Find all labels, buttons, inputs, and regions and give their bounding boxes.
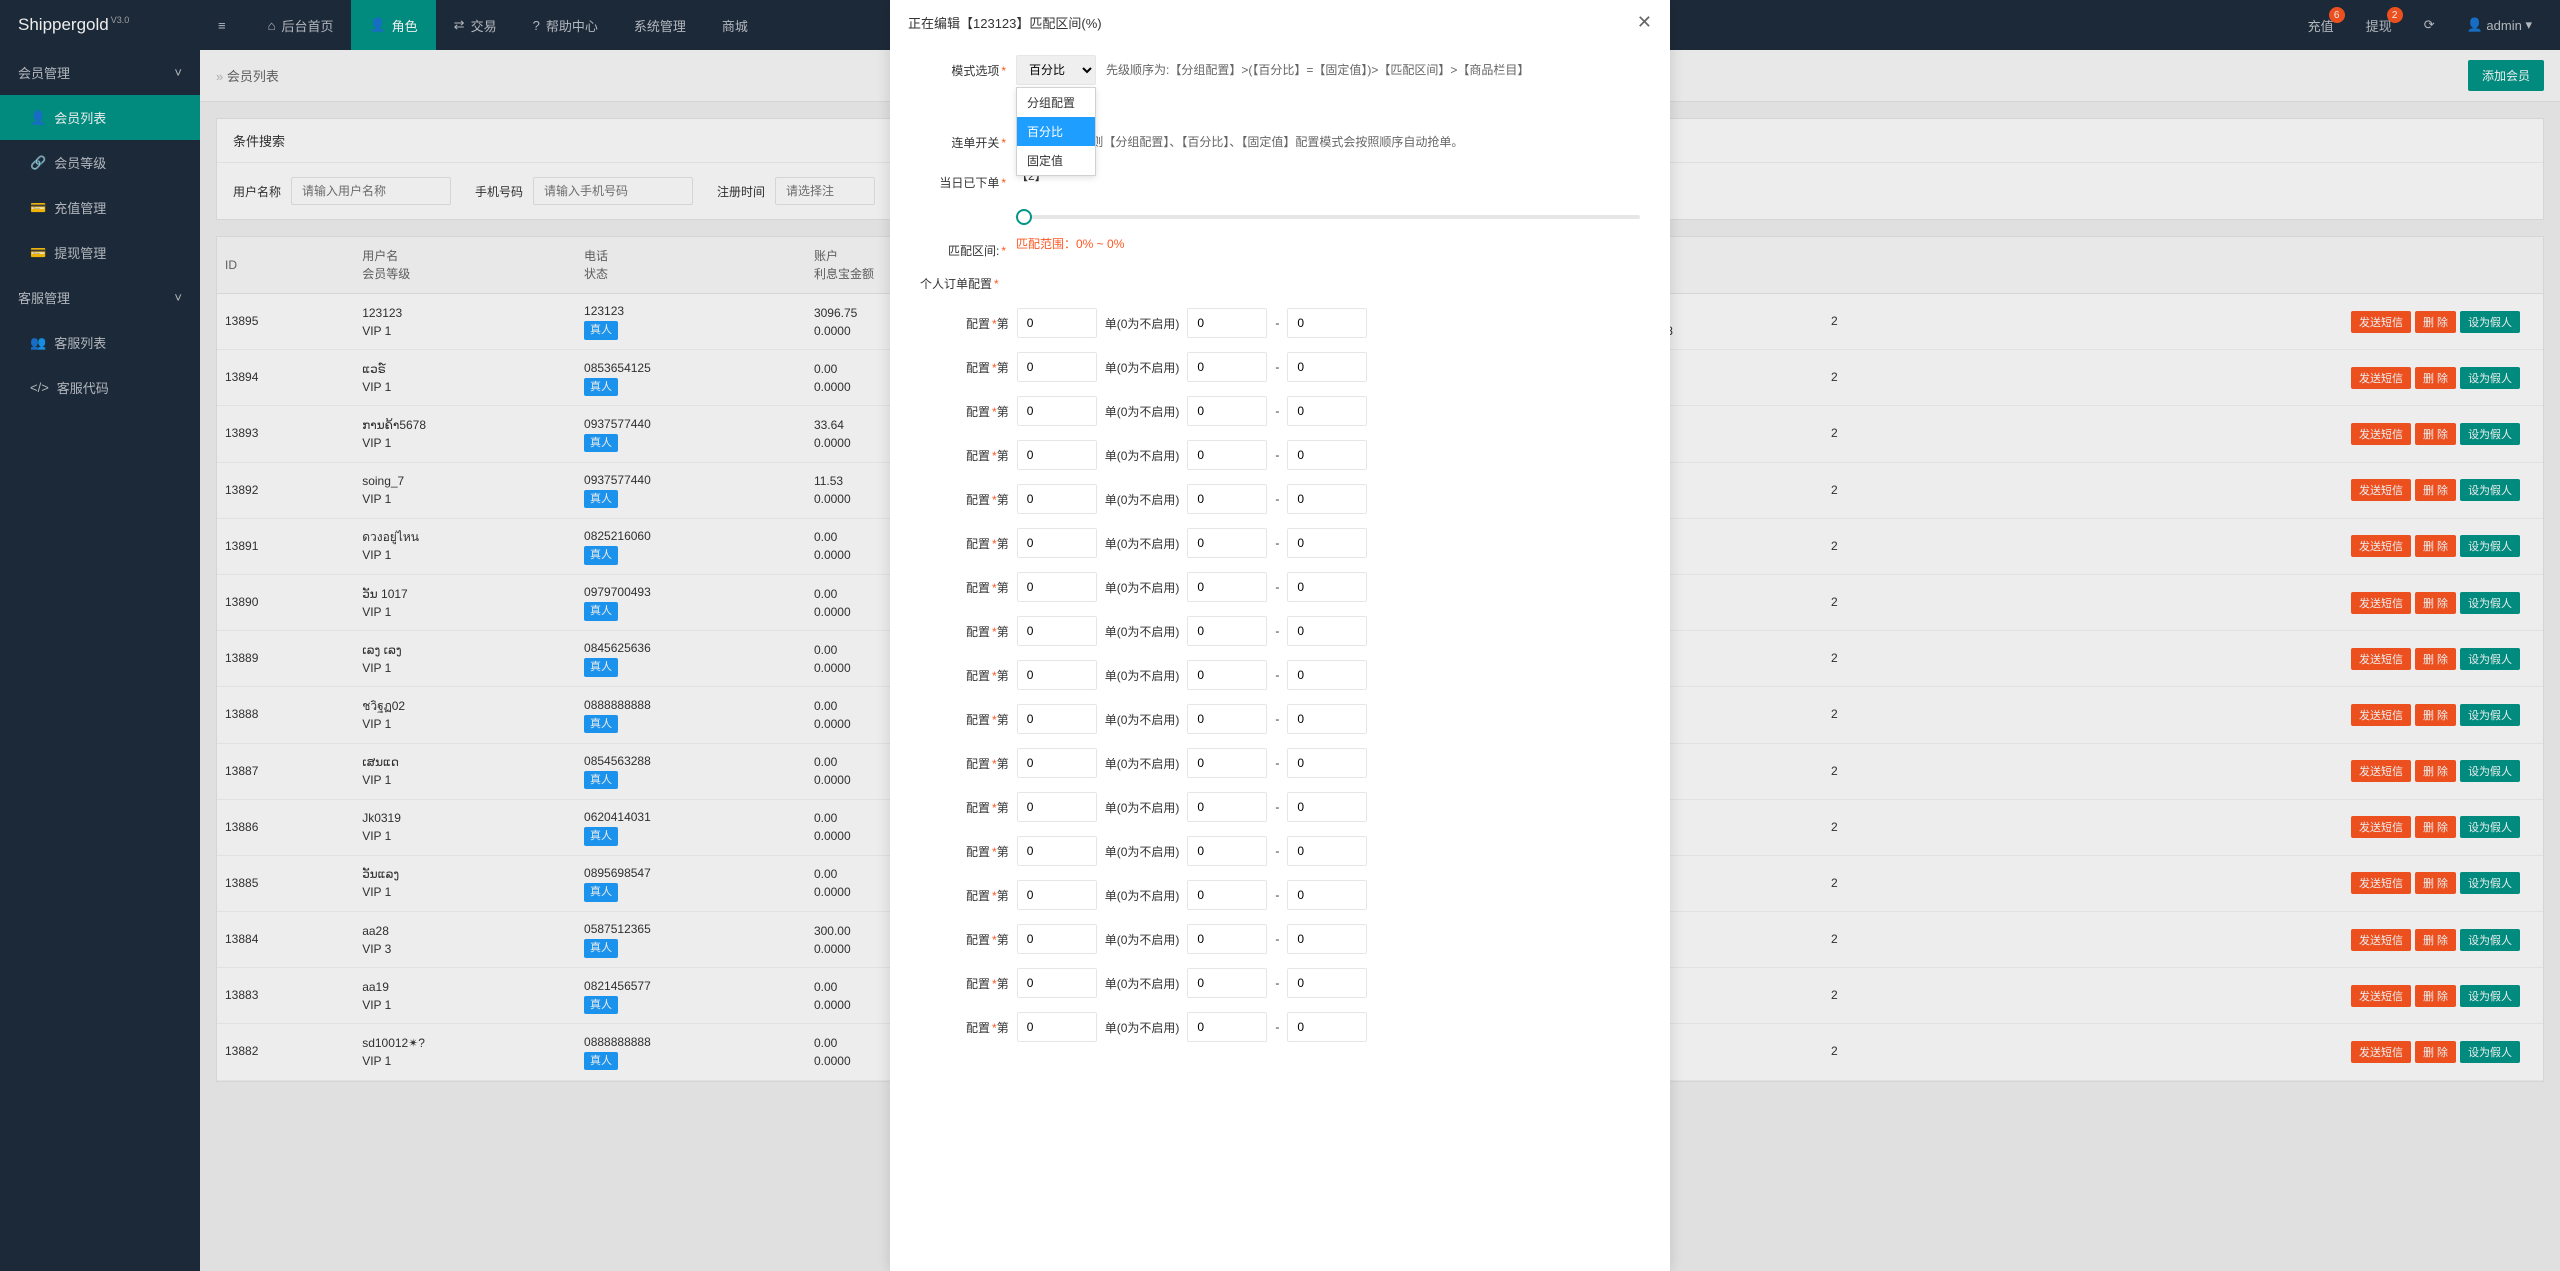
range-from-input[interactable] bbox=[1187, 704, 1267, 734]
range-to-input[interactable] bbox=[1287, 352, 1367, 382]
range-from-input[interactable] bbox=[1187, 528, 1267, 558]
range-to-input[interactable] bbox=[1287, 308, 1367, 338]
config-row: 配置*第单(0为不启用)- bbox=[966, 528, 1640, 558]
mode-select[interactable]: 百分比 bbox=[1016, 55, 1096, 85]
range-from-input[interactable] bbox=[1187, 748, 1267, 778]
order-num-input[interactable] bbox=[1017, 792, 1097, 822]
order-num-input[interactable] bbox=[1017, 704, 1097, 734]
range-to-input[interactable] bbox=[1287, 704, 1367, 734]
range-to-input[interactable] bbox=[1287, 660, 1367, 690]
range-to-input[interactable] bbox=[1287, 440, 1367, 470]
order-num-input[interactable] bbox=[1017, 352, 1097, 382]
range-from-input[interactable] bbox=[1187, 396, 1267, 426]
range-to-input[interactable] bbox=[1287, 616, 1367, 646]
range-to-input[interactable] bbox=[1287, 880, 1367, 910]
range-from-input[interactable] bbox=[1187, 880, 1267, 910]
opt-percent[interactable]: 百分比 bbox=[1017, 117, 1095, 146]
range-to-input[interactable] bbox=[1287, 484, 1367, 514]
range-from-input[interactable] bbox=[1187, 792, 1267, 822]
order-num-input[interactable] bbox=[1017, 396, 1097, 426]
range-from-input[interactable] bbox=[1187, 484, 1267, 514]
edit-modal: 正在编辑【123123】匹配区间(%) ✕ 模式选项* 百分比 分组配置 百分比… bbox=[890, 0, 1670, 1271]
order-num-input[interactable] bbox=[1017, 968, 1097, 998]
today-value: 【2】 bbox=[1016, 167, 1640, 184]
config-row: 配置*第单(0为不启用)- bbox=[966, 616, 1640, 646]
order-num-input[interactable] bbox=[1017, 1012, 1097, 1042]
config-row: 配置*第单(0为不启用)- bbox=[966, 924, 1640, 954]
range-to-input[interactable] bbox=[1287, 792, 1367, 822]
config-row: 配置*第单(0为不启用)- bbox=[966, 660, 1640, 690]
range-to-input[interactable] bbox=[1287, 528, 1367, 558]
range-to-input[interactable] bbox=[1287, 1012, 1367, 1042]
opt-fixed[interactable]: 固定值 bbox=[1017, 146, 1095, 175]
range-from-input[interactable] bbox=[1187, 1012, 1267, 1042]
range-to-input[interactable] bbox=[1287, 968, 1367, 998]
order-num-input[interactable] bbox=[1017, 572, 1097, 602]
chain-note: 说明:如开启，则【分组配置】、【百分比】、【固定值】配置模式会按照顺序自动抢单。 bbox=[1016, 133, 1640, 150]
mode-dropdown: 分组配置 百分比 固定值 bbox=[1016, 87, 1096, 176]
range-to-input[interactable] bbox=[1287, 396, 1367, 426]
order-num-input[interactable] bbox=[1017, 440, 1097, 470]
order-num-input[interactable] bbox=[1017, 924, 1097, 954]
config-row: 配置*第单(0为不启用)- bbox=[966, 352, 1640, 382]
range-to-input[interactable] bbox=[1287, 748, 1367, 778]
range-text: 匹配范围：0% ~ 0% bbox=[1016, 237, 1124, 251]
range-from-input[interactable] bbox=[1187, 308, 1267, 338]
range-to-input[interactable] bbox=[1287, 924, 1367, 954]
config-row: 配置*第单(0为不启用)- bbox=[966, 836, 1640, 866]
config-row: 配置*第单(0为不启用)- bbox=[966, 396, 1640, 426]
order-num-input[interactable] bbox=[1017, 660, 1097, 690]
config-row: 配置*第单(0为不启用)- bbox=[966, 572, 1640, 602]
range-to-input[interactable] bbox=[1287, 572, 1367, 602]
slider-knob[interactable] bbox=[1016, 209, 1032, 225]
config-row: 配置*第单(0为不启用)- bbox=[966, 792, 1640, 822]
range-from-input[interactable] bbox=[1187, 836, 1267, 866]
range-from-input[interactable] bbox=[1187, 660, 1267, 690]
range-from-input[interactable] bbox=[1187, 440, 1267, 470]
config-row: 配置*第单(0为不启用)- bbox=[966, 880, 1640, 910]
config-row: 配置*第单(0为不启用)- bbox=[966, 440, 1640, 470]
range-from-input[interactable] bbox=[1187, 572, 1267, 602]
range-from-input[interactable] bbox=[1187, 352, 1267, 382]
close-icon[interactable]: ✕ bbox=[1637, 12, 1652, 33]
range-from-input[interactable] bbox=[1187, 616, 1267, 646]
order-num-input[interactable] bbox=[1017, 748, 1097, 778]
order-num-input[interactable] bbox=[1017, 880, 1097, 910]
order-num-input[interactable] bbox=[1017, 484, 1097, 514]
config-row: 配置*第单(0为不启用)- bbox=[966, 704, 1640, 734]
range-from-input[interactable] bbox=[1187, 968, 1267, 998]
range-to-input[interactable] bbox=[1287, 836, 1367, 866]
order-num-input[interactable] bbox=[1017, 616, 1097, 646]
config-row: 配置*第单(0为不启用)- bbox=[966, 748, 1640, 778]
config-row: 配置*第单(0为不启用)- bbox=[966, 968, 1640, 998]
range-slider[interactable] bbox=[1016, 215, 1640, 219]
config-row: 配置*第单(0为不启用)- bbox=[966, 484, 1640, 514]
range-from-input[interactable] bbox=[1187, 924, 1267, 954]
priority-note: 先级顺序为:【分组配置】>(【百分比】=【固定值】)>【匹配区间】>【商品栏目】 bbox=[1106, 61, 1529, 78]
modal-title: 正在编辑【123123】匹配区间(%) bbox=[908, 13, 1102, 32]
opt-group[interactable]: 分组配置 bbox=[1017, 88, 1095, 117]
config-row: 配置*第单(0为不启用)- bbox=[966, 308, 1640, 338]
config-row: 配置*第单(0为不启用)- bbox=[966, 1012, 1640, 1042]
order-num-input[interactable] bbox=[1017, 528, 1097, 558]
order-num-input[interactable] bbox=[1017, 836, 1097, 866]
order-num-input[interactable] bbox=[1017, 308, 1097, 338]
